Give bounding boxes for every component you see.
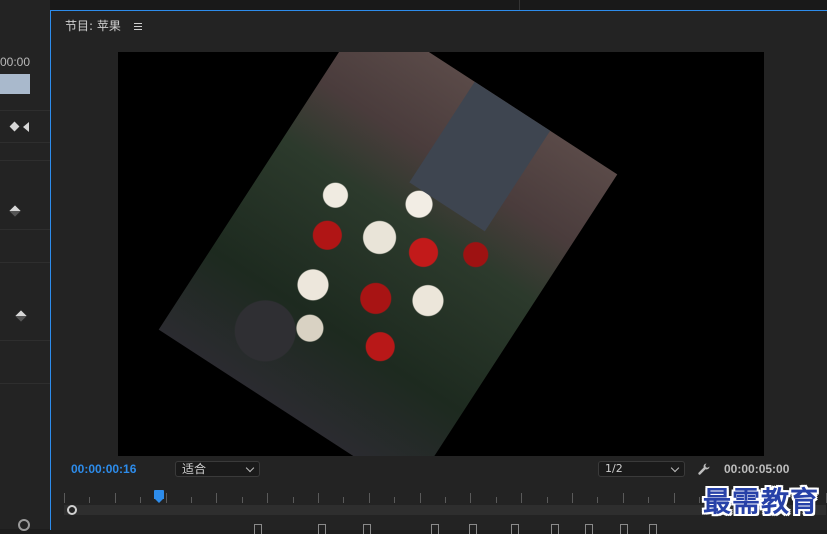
row-divider bbox=[0, 229, 50, 230]
insert-button[interactable] bbox=[551, 524, 559, 534]
go-to-keyframe-icon[interactable] bbox=[23, 122, 29, 132]
row-divider bbox=[0, 262, 50, 263]
hamburger-menu-icon[interactable] bbox=[134, 21, 142, 32]
button-editor-button[interactable] bbox=[649, 524, 657, 534]
export-frame-button[interactable] bbox=[620, 524, 628, 534]
step-back-button[interactable] bbox=[431, 524, 439, 534]
ruler-tick bbox=[470, 493, 471, 503]
ruler-tick bbox=[420, 493, 421, 503]
watermark-logo: 最需教育 bbox=[703, 485, 820, 518]
ruler-tick bbox=[597, 497, 598, 503]
chevron-down-icon bbox=[245, 463, 255, 473]
ruler-tick bbox=[648, 497, 649, 503]
clip-bar[interactable] bbox=[0, 74, 30, 94]
ruler-tick bbox=[572, 493, 573, 503]
ruler-tick bbox=[89, 497, 90, 503]
ruler-tick bbox=[445, 497, 446, 503]
ruler-tick bbox=[191, 497, 192, 503]
keyframe-icon[interactable] bbox=[15, 310, 27, 322]
chevron-down-icon bbox=[670, 463, 680, 473]
ruler-tick bbox=[64, 493, 65, 503]
overwrite-button[interactable] bbox=[585, 524, 593, 534]
step-forward-button[interactable] bbox=[511, 524, 519, 534]
panel-title[interactable]: 节目: 苹果 bbox=[65, 17, 121, 34]
ruler-tick bbox=[318, 493, 319, 503]
ruler-tick bbox=[343, 497, 344, 503]
ruler-tick bbox=[115, 493, 116, 503]
video-viewer[interactable] bbox=[118, 52, 764, 456]
row-divider bbox=[0, 340, 50, 341]
duration-timecode: 00:00:05:00 bbox=[724, 462, 790, 476]
go-to-in-button[interactable] bbox=[363, 524, 371, 534]
program-monitor-panel: 节目: 苹果 00:00:00:16 适合 1/2 00:00:05:00 bbox=[50, 10, 827, 534]
ruler-tick bbox=[293, 497, 294, 503]
wrench-icon[interactable] bbox=[697, 462, 713, 476]
ruler-tick bbox=[623, 493, 624, 503]
panel-divider bbox=[519, 0, 520, 10]
row-divider bbox=[0, 160, 50, 161]
ruler-tick bbox=[369, 493, 370, 503]
row-divider bbox=[0, 142, 50, 143]
zoom-icon[interactable] bbox=[18, 519, 30, 531]
scrub-handle[interactable] bbox=[67, 505, 77, 515]
zoom-level-value: 适合 bbox=[182, 462, 207, 476]
playhead[interactable] bbox=[154, 490, 164, 503]
ruler-tick bbox=[166, 493, 167, 503]
playback-resolution-value: 1/2 bbox=[605, 462, 623, 475]
top-strip bbox=[0, 0, 827, 10]
ruler-tick bbox=[140, 497, 141, 503]
ruler-tick bbox=[674, 493, 675, 503]
effect-controls-timecode: 00:00 bbox=[0, 55, 31, 69]
current-timecode[interactable]: 00:00:00:16 bbox=[71, 462, 136, 476]
ruler-tick bbox=[699, 497, 700, 503]
ruler-tick bbox=[242, 497, 243, 503]
keyframe-icon[interactable] bbox=[9, 205, 21, 217]
ruler-tick bbox=[216, 493, 217, 503]
keyframe-icon[interactable] bbox=[9, 121, 20, 132]
ruler-tick bbox=[496, 497, 497, 503]
playback-resolution-select[interactable]: 1/2 bbox=[598, 461, 685, 477]
rotated-rose-bouquet-frame bbox=[158, 52, 618, 456]
ruler-tick bbox=[267, 493, 268, 503]
ruler-tick bbox=[521, 493, 522, 503]
ruler-tick bbox=[547, 497, 548, 503]
ruler-tick bbox=[394, 497, 395, 503]
row-divider bbox=[0, 110, 50, 111]
mark-in-button[interactable] bbox=[254, 524, 262, 534]
effect-controls-panel: 00:00 bbox=[0, 0, 50, 531]
row-divider bbox=[0, 383, 50, 384]
play-button[interactable] bbox=[469, 524, 477, 534]
zoom-level-select[interactable]: 适合 bbox=[175, 461, 260, 477]
mark-out-button[interactable] bbox=[318, 524, 326, 534]
